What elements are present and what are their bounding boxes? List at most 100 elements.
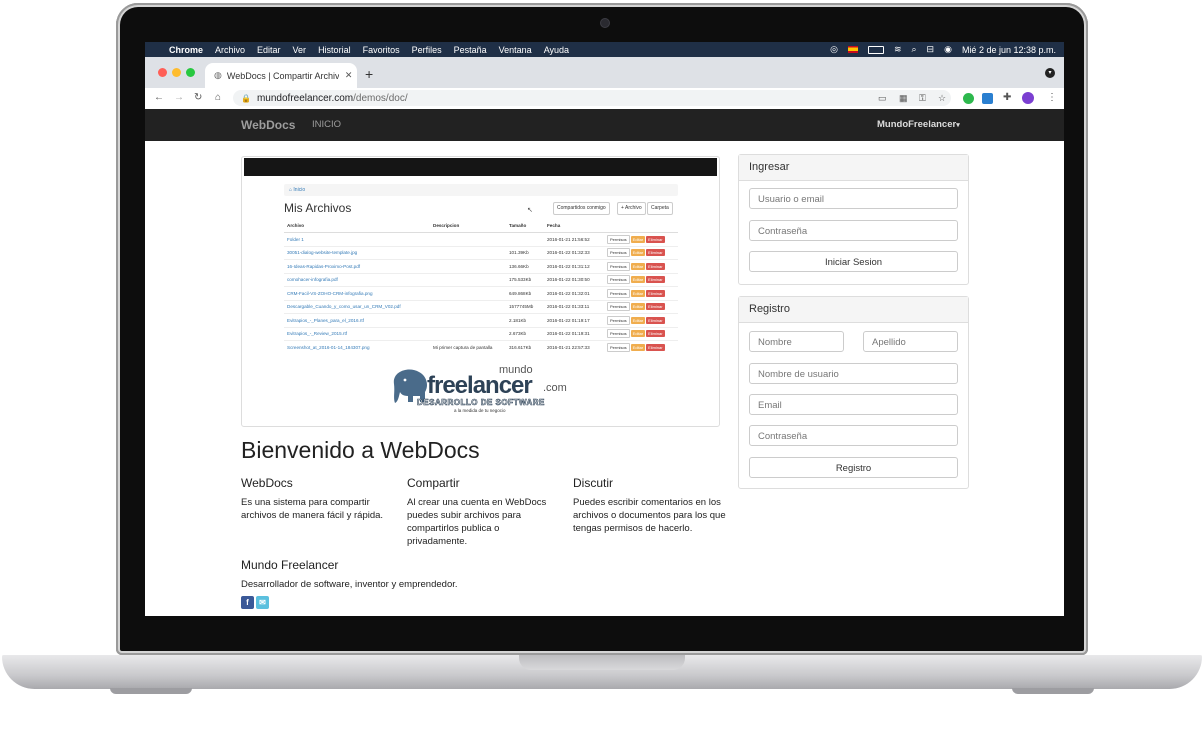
register-submit-button[interactable]: Registro [749,457,958,478]
preview-file-date: 2016-01-21 21:56:52 [544,232,604,246]
address-bar[interactable]: 🔒 mundofreelancer.com /demos/doc/ ▭ ▦ ⚿ … [233,90,951,106]
forward-arrow-icon[interactable]: → [174,92,184,103]
preview-row-actions: Permisos Editar Eliminar [604,232,678,246]
preview-file-name: 30051-dialog-website-template.jpg [284,245,430,260]
chrome-menu-icon[interactable]: ⋮ [1047,92,1057,103]
preview-navbar [244,158,717,176]
url-host: mundofreelancer.com [256,92,354,104]
login-submit-button[interactable]: Iniciar Sesion [749,251,958,272]
close-window-button[interactable] [158,68,167,77]
preview-row-actions: Permisos Editar Eliminar [604,299,678,314]
close-tab-icon[interactable]: ✕ [345,70,353,81]
cast-icon[interactable]: ▭ [878,93,887,104]
col-compartir-line-3: compartirlos publica o [407,523,500,534]
tab-search-icon[interactable]: ▾ [1045,68,1055,78]
about-heading: Mundo Freelancer [241,558,339,572]
logo-dotcom: .com [543,382,567,394]
menu-archivo[interactable]: Archivo [209,45,251,55]
preview-edit-button: Editar [630,235,646,243]
minimize-window-button[interactable] [172,68,181,77]
preview-row-actions: Permisos Editar Eliminar [604,326,678,341]
preview-edit-button: Editar [630,262,646,270]
preview-row-actions: Permisos Editar Eliminar [604,313,678,327]
register-email-input[interactable]: Email [749,394,958,415]
laptop-foot-right [1012,688,1094,694]
preview-file-desc [430,326,506,341]
table-row: Descargable_Cuando_y_como_usar_un_CRM_V0… [284,299,678,314]
bookmark-star-icon[interactable]: ☆ [938,93,946,104]
new-tab-button[interactable]: + [365,66,373,82]
table-row: 16-Ideas-Rapidas-Proximo-Post.pdf 136.66K… [284,259,678,273]
login-password-input[interactable]: Contraseña [749,220,958,241]
logo-subtagline: a la medida de tu negocio [454,408,506,413]
menu-perfiles[interactable]: Perfiles [406,45,448,55]
col-discutir-heading: Discutir [573,476,614,490]
menu-ayuda[interactable]: Ayuda [538,45,575,55]
preview-permissions-button: Permisos [607,248,630,258]
register-first-name-input[interactable]: Nombre [749,331,844,352]
creative-cloud-icon[interactable]: ◎ [830,44,838,55]
navbar-brand[interactable]: WebDocs [241,118,295,132]
menu-ver[interactable]: Ver [287,45,313,55]
reload-icon[interactable]: ↻ [194,92,202,103]
extensions-puzzle-icon[interactable]: ✚ [1003,92,1011,103]
register-password-input[interactable]: Contraseña [749,425,958,446]
logo-freelancer: freelancer [427,372,533,399]
caret-down-icon: ▾ [956,122,960,129]
extension-blue-icon[interactable] [982,93,993,104]
preview-file-desc [430,299,506,314]
preview-file-name: Folder 1 [284,232,430,246]
email-icon[interactable]: ✉ [256,596,269,609]
macos-menubar: Chrome Archivo Editar Ver Historial Favo… [145,42,1064,57]
preview-file-desc [430,286,506,300]
col-webdocs-line-2: archivos de manera fácil y rápida. [241,510,384,521]
nav-link-inicio[interactable]: INICIO [312,119,341,130]
profile-avatar[interactable] [1022,92,1034,104]
key-icon[interactable]: ⚿ [919,93,926,104]
flag-spain-icon[interactable] [847,46,858,53]
siri-icon[interactable]: ◉ [944,44,952,55]
table-row: Folder 1 2016-01-21 21:56:52 Permisos Edita… [284,232,678,246]
battery-icon[interactable] [867,45,884,54]
qr-code-icon[interactable]: ▦ [899,93,908,104]
register-username-input[interactable]: Nombre de usuario [749,363,958,384]
preview-file-size: 2.181Kb [506,313,544,327]
preview-file-date: 2016-01-21 22:57:33 [544,340,604,354]
menu-ventana[interactable]: Ventana [493,45,538,55]
register-last-name-input[interactable]: Apellido [863,331,958,352]
preview-delete-button: Eliminar [646,235,665,243]
wifi-icon[interactable]: ≋ [894,44,902,55]
preview-file-date: 2016-01-22 01:19:31 [544,326,604,341]
preview-breadcrumb-label: Inicio [293,187,306,193]
menu-chrome[interactable]: Chrome [163,45,209,55]
back-arrow-icon[interactable]: ← [154,92,164,103]
preview-file-desc [430,259,506,273]
extension-green-icon[interactable] [963,93,974,104]
home-icon[interactable]: ⌂ [215,92,221,103]
menu-editar[interactable]: Editar [251,45,287,55]
facebook-icon[interactable]: f [241,596,254,609]
preview-file-date: 2016-01-22 01:32:33 [544,245,604,260]
preview-file-date: 2016-01-22 01:19:17 [544,313,604,327]
camera-icon [600,18,610,28]
menubar-clock[interactable]: Mié 2 de jun 12:38 p.m. [962,45,1056,55]
spotlight-search-icon[interactable]: ⌕ [911,44,916,55]
preview-edit-button: Editar [630,330,646,338]
zoom-window-button[interactable] [186,68,195,77]
menu-favoritos[interactable]: Favoritos [357,45,406,55]
menu-historial[interactable]: Historial [312,45,357,55]
user-menu-dropdown[interactable]: MundoFreelancer▾ [877,119,960,130]
preview-delete-button: Eliminar [646,316,665,324]
col-compartir-line-2: puedes subir archivos para [407,510,522,521]
preview-row-actions: Permisos Editar Eliminar [604,245,678,260]
preview-col-actions [604,219,678,233]
preview-col-fecha: Fecha [544,219,604,233]
control-center-icon[interactable]: ⊟ [927,44,935,55]
tab-title: WebDocs | Compartir Archivos [226,70,339,81]
menu-pestana[interactable]: Pestaña [448,45,493,55]
browser-tab-active[interactable]: ◍ WebDocs | Compartir Archivos ✕ [205,63,357,88]
col-compartir-line-1: Al crear una cuenta en WebDocs [407,497,547,508]
preview-delete-button: Eliminar [646,330,665,338]
login-user-input[interactable]: Usuario o email [749,188,958,209]
preview-file-desc: Mi primer captura de pantalla [430,340,506,354]
